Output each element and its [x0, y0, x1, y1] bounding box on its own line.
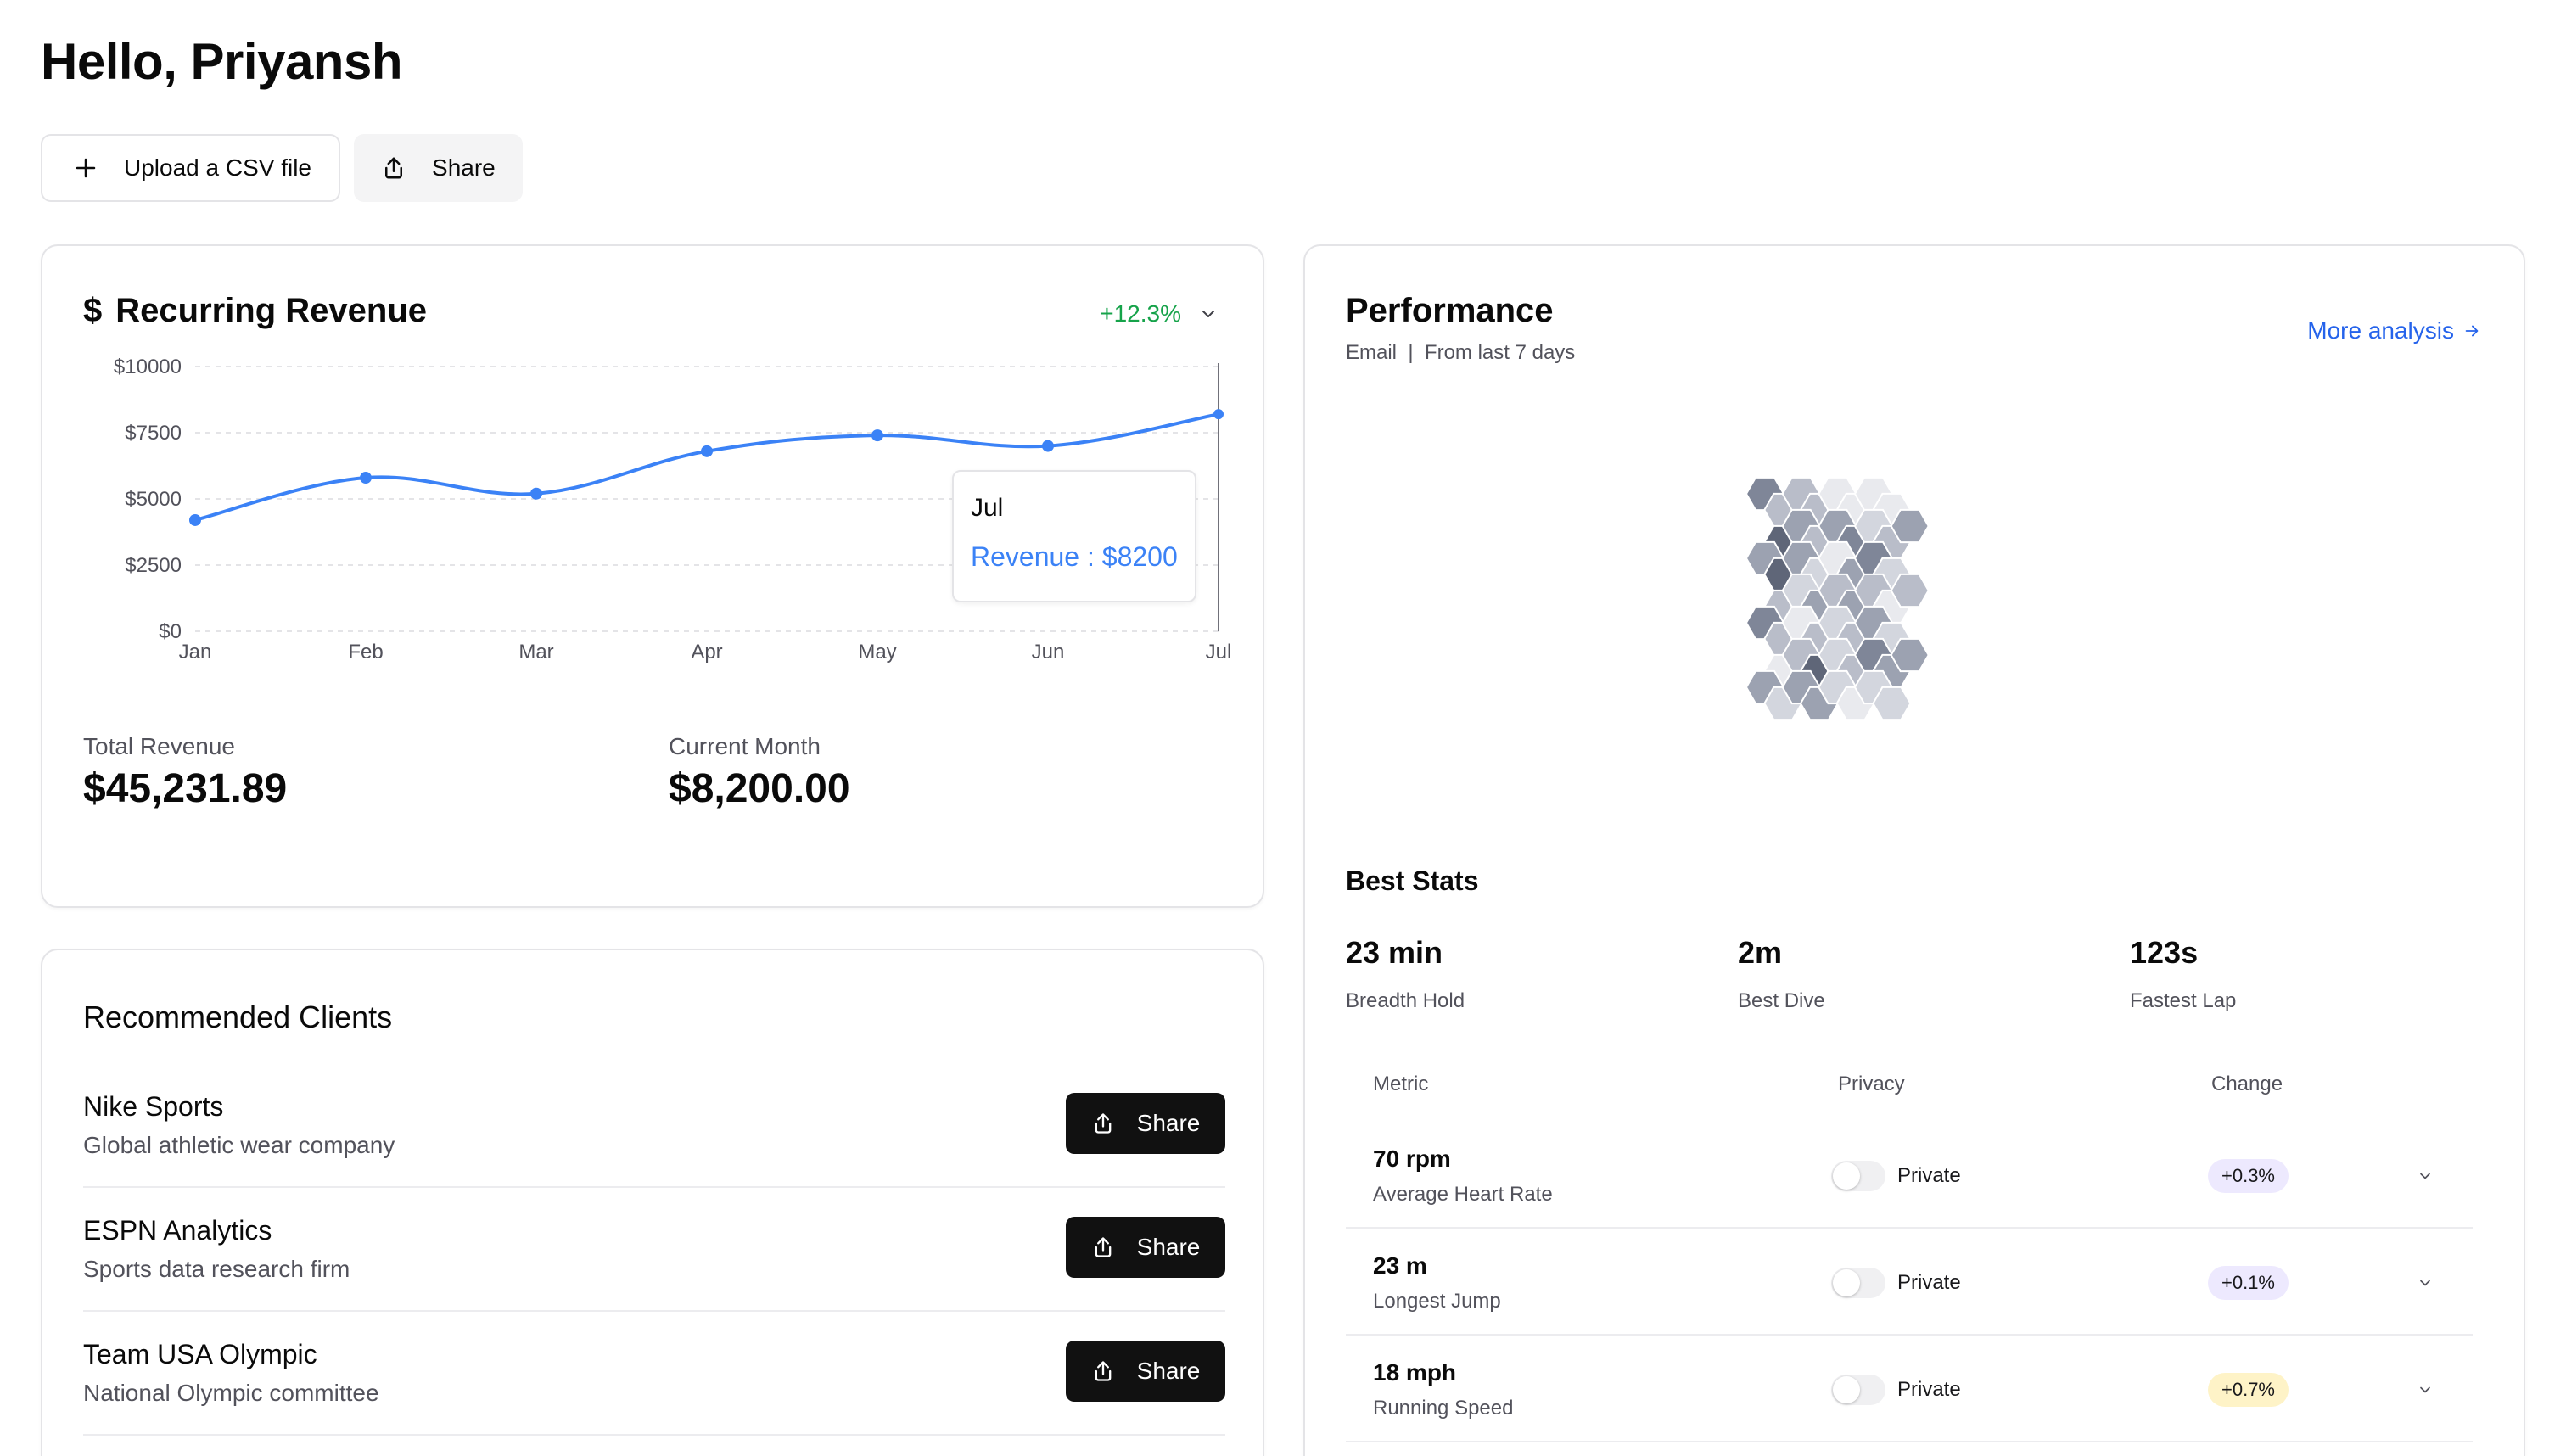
metric-column-header: Metric [1373, 1072, 1429, 1095]
privacy-toggle[interactable] [1831, 1161, 1885, 1191]
recurring-revenue-card: $ Recurring Revenue +12.3% $10000 $7500 $5… [41, 244, 1264, 908]
x-tick-label: Feb [348, 641, 383, 664]
client-row: ESPN Analytics Sports data research firm… [83, 1188, 1225, 1312]
heatmap-cell [1890, 508, 1930, 544]
data-point [1042, 440, 1054, 452]
metric-value: 23 m [1373, 1252, 1427, 1279]
metric-row: 18 mph Running Speed Private +0.7% [1346, 1336, 2473, 1442]
change-badge: +0.1% [2208, 1266, 2289, 1300]
chevron-down-icon[interactable] [2417, 1168, 2434, 1184]
metric-name: Longest Jump [1373, 1290, 1501, 1313]
y-tick-label: $7500 [125, 422, 182, 445]
best-stat-label: Breadth Hold [1346, 989, 1465, 1012]
x-tick-label: May [858, 641, 896, 664]
share-icon [1095, 1361, 1111, 1381]
revenue-line-chart: $10000 $7500 $5000 $2500 $0Jan Feb Mar Apr May Ju… [114, 356, 1232, 664]
tooltip-value: Revenue : $8200 [971, 541, 1178, 572]
data-point [360, 472, 372, 484]
x-tick-label: Jul [1206, 641, 1232, 664]
share-label: Share [432, 154, 496, 181]
best-stat-label: Best Dive [1738, 989, 1825, 1012]
heatmap-cell [1890, 637, 1930, 673]
metric-value: 70 rpm [1373, 1145, 1451, 1172]
client-description: National Olympic committee [83, 1380, 379, 1406]
toggle-knob [1833, 1269, 1860, 1296]
data-point [1213, 409, 1224, 420]
change-badge: +0.7% [2208, 1373, 2289, 1407]
client-row: Nike Sports Global athletic wear company… [83, 1064, 1225, 1188]
client-share-label: Share [1136, 1110, 1201, 1136]
plus-icon [76, 158, 96, 178]
heatmap-cell [1890, 573, 1930, 608]
heatmap-cell [1872, 686, 1912, 721]
data-point [871, 429, 883, 442]
total-revenue-value: $45,231.89 [83, 766, 288, 811]
privacy-label: Private [1897, 1164, 1961, 1187]
client-share-button[interactable]: Share [1066, 1217, 1225, 1278]
metric-row: 70 rpm Average Heart Rate Private +0.3% [1346, 1122, 2473, 1229]
x-tick-label: Apr [691, 641, 722, 664]
best-stat-label: Fastest Lap [2130, 989, 2237, 1012]
client-row: Team USA Olympic National Olympic commit… [83, 1312, 1225, 1436]
recommended-clients-card: Recommended Clients Nike Sports Global a… [41, 949, 1264, 1456]
share-icon [1095, 1113, 1111, 1134]
client-share-button[interactable]: Share [1066, 1093, 1225, 1154]
tooltip-label: Jul [971, 494, 1004, 522]
best-stat-value: 23 min [1346, 935, 1443, 970]
client-description: Sports data research firm [83, 1256, 350, 1282]
client-description: Global athletic wear company [83, 1132, 395, 1158]
performance-hex-heatmap [1745, 476, 1930, 721]
change-column-header: Change [2211, 1072, 2283, 1095]
client-share-label: Share [1136, 1234, 1201, 1260]
x-tick-label: Jan [179, 641, 212, 664]
best-stat-value: 2m [1738, 935, 1783, 970]
metric-name: Running Speed [1373, 1397, 1514, 1420]
action-bar: Upload a CSV file Share [41, 134, 523, 202]
share-button[interactable]: Share [354, 134, 523, 202]
current-month-value: $8,200.00 [669, 766, 850, 811]
total-revenue-label: Total Revenue [83, 733, 236, 759]
privacy-toggle[interactable] [1831, 1268, 1885, 1298]
upload-csv-label: Upload a CSV file [124, 154, 312, 181]
best-stats-title: Best Stats [1346, 865, 1479, 896]
toggle-knob [1833, 1376, 1860, 1403]
x-tick-label: Mar [518, 641, 553, 664]
data-point [189, 513, 201, 526]
chart-tooltip: Jul Revenue : $8200 [952, 470, 1196, 602]
privacy-label: Private [1897, 1271, 1961, 1294]
chevron-down-icon[interactable] [2417, 1381, 2434, 1398]
client-share-label: Share [1136, 1358, 1201, 1384]
privacy-label: Private [1897, 1378, 1961, 1401]
y-tick-label: $0 [159, 620, 182, 643]
upload-csv-button[interactable]: Upload a CSV file [41, 134, 341, 202]
data-point [701, 445, 713, 457]
chevron-down-icon[interactable] [2417, 1274, 2434, 1291]
client-name: ESPN Analytics [83, 1215, 272, 1246]
x-tick-label: Jun [1032, 641, 1065, 664]
change-badge: +0.3% [2208, 1159, 2289, 1193]
toggle-knob [1833, 1162, 1860, 1190]
performance-card: Performance Email | From last 7 days Mor… [1303, 244, 2525, 1456]
current-month-label: Current Month [669, 733, 821, 759]
metric-value: 18 mph [1373, 1359, 1457, 1386]
best-stat-value: 123s [2130, 935, 2199, 970]
share-icon [385, 157, 403, 179]
y-tick-label: $2500 [125, 554, 182, 577]
client-share-button[interactable]: Share [1066, 1341, 1225, 1402]
y-tick-label: $5000 [125, 488, 182, 511]
y-tick-label: $10000 [114, 356, 182, 378]
share-icon [1095, 1237, 1111, 1257]
metric-row: 23 m Longest Jump Private +0.1% [1346, 1229, 2473, 1336]
metric-name: Average Heart Rate [1373, 1183, 1553, 1206]
privacy-toggle[interactable] [1831, 1375, 1885, 1405]
data-point [530, 487, 542, 500]
privacy-column-header: Privacy [1838, 1072, 1905, 1095]
client-name: Nike Sports [83, 1091, 224, 1122]
page-title: Hello, Priyansh [41, 33, 402, 90]
clients-title: Recommended Clients [83, 1000, 393, 1034]
client-name: Team USA Olympic [83, 1339, 317, 1369]
